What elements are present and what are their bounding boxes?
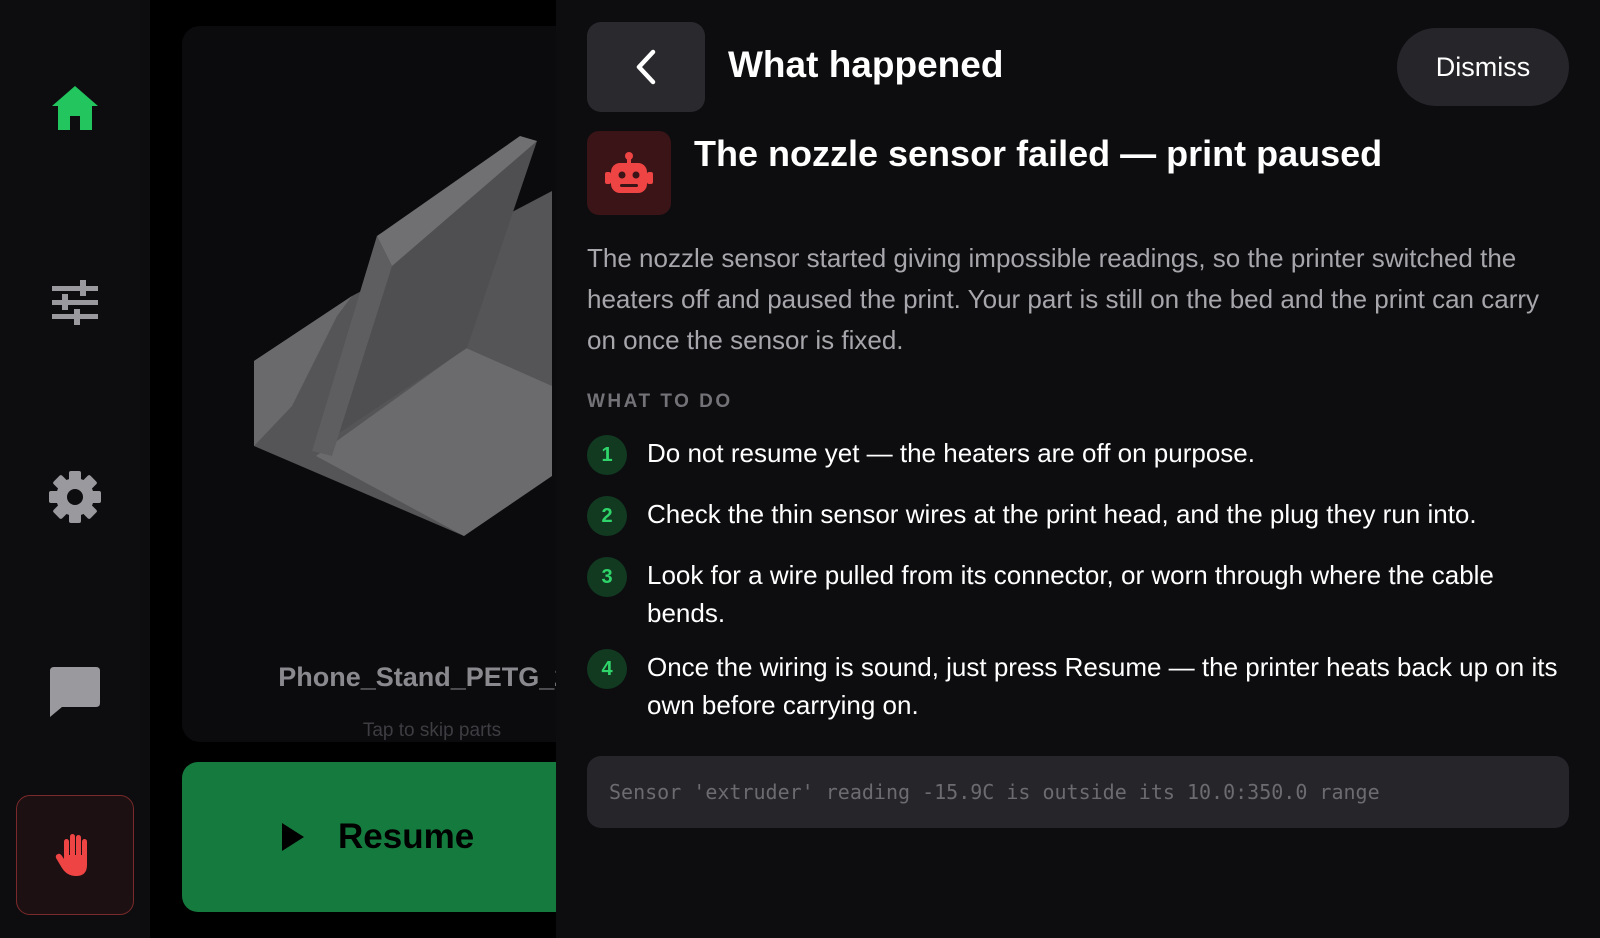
step-number: 1 <box>587 435 627 475</box>
error-description: The nozzle sensor started giving impossi… <box>587 243 1540 355</box>
skip-parts-hint[interactable]: Tap to skip parts <box>182 720 602 742</box>
resume-label: Resume <box>338 817 475 856</box>
chevron-left-icon <box>636 49 656 85</box>
step-number: 2 <box>587 496 627 536</box>
error-log-message: Sensor 'extruder' reading -15.9C is outs… <box>609 780 1380 804</box>
steps-heading: WHAT TO DO <box>587 391 733 412</box>
step-item: 3 Look for a wire pulled from its connec… <box>587 556 1567 632</box>
model-preview-image <box>254 136 552 536</box>
step-text: Check the thin sensor wires at the print… <box>647 499 1477 529</box>
sidebar-item-home[interactable] <box>15 48 135 168</box>
error-headline: The nozzle sensor failed — print paused <box>694 133 1383 174</box>
sidebar <box>0 0 150 938</box>
emergency-stop-button[interactable] <box>16 795 134 915</box>
step-number: 4 <box>587 649 627 689</box>
dismiss-button[interactable]: Dismiss <box>1397 28 1569 106</box>
resume-button[interactable]: Resume <box>182 762 602 912</box>
chat-bubble-icon <box>50 667 100 717</box>
step-item: 1 Do not resume yet — the heaters are of… <box>587 434 1567 475</box>
hand-stop-icon <box>55 834 87 876</box>
sidebar-item-messages[interactable] <box>15 632 135 752</box>
step-text: Once the wiring is sound, just press Res… <box>647 652 1558 720</box>
print-filename: Phone_Stand_PETG_2h <box>278 662 586 692</box>
step-item: 2 Check the thin sensor wires at the pri… <box>587 495 1567 536</box>
page-title: What happened <box>728 44 1004 85</box>
sliders-icon <box>52 280 98 325</box>
error-log-box: Sensor 'extruder' reading -15.9C is outs… <box>587 756 1569 828</box>
step-text: Look for a wire pulled from its connecto… <box>647 560 1494 628</box>
print-preview-card[interactable]: Phone_Stand_PETG_2h Tap to skip parts <box>182 26 602 742</box>
sidebar-item-settings[interactable] <box>15 437 135 557</box>
gear-icon <box>49 471 101 523</box>
robot-icon <box>605 152 653 193</box>
back-button[interactable] <box>587 22 705 112</box>
alert-badge <box>587 131 671 215</box>
play-icon <box>282 823 304 851</box>
error-details-sheet: What happened Dismiss The nozzle sensor … <box>556 0 1600 938</box>
home-icon <box>52 86 98 130</box>
step-number: 3 <box>587 557 627 597</box>
step-item: 4 Once the wiring is sound, just press R… <box>587 648 1567 724</box>
step-text: Do not resume yet — the heaters are off … <box>647 438 1255 468</box>
sidebar-item-controls[interactable] <box>15 243 135 363</box>
